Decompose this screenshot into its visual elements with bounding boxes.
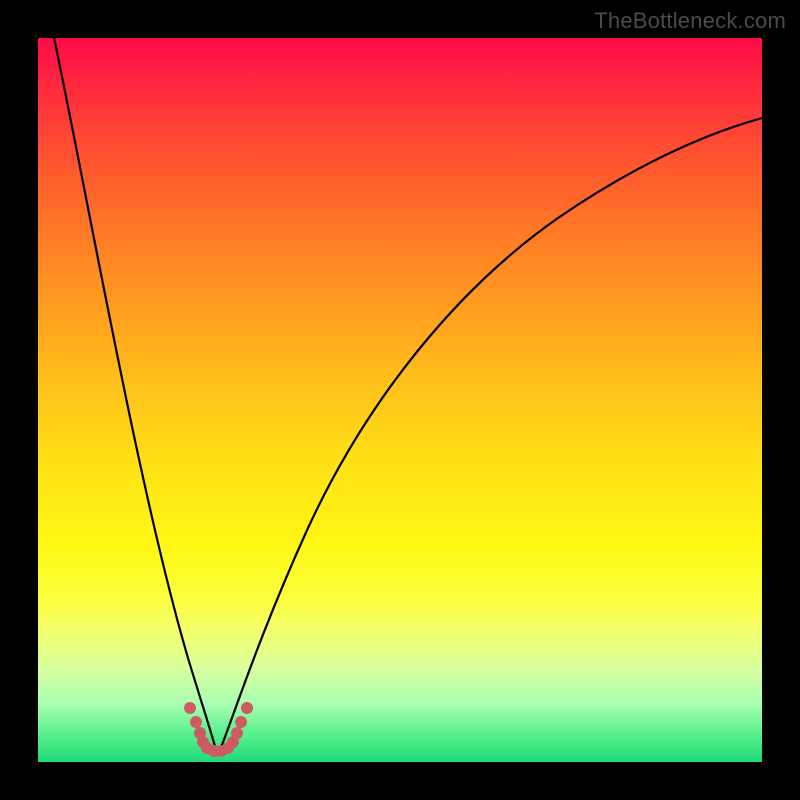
plot-area [38,38,762,762]
left-curve [52,38,216,750]
watermark-text: TheBottleneck.com [594,8,786,34]
curves-layer [38,38,762,762]
right-curve [220,118,762,750]
chart-frame: TheBottleneck.com [0,0,800,800]
valley-dots [184,702,253,757]
